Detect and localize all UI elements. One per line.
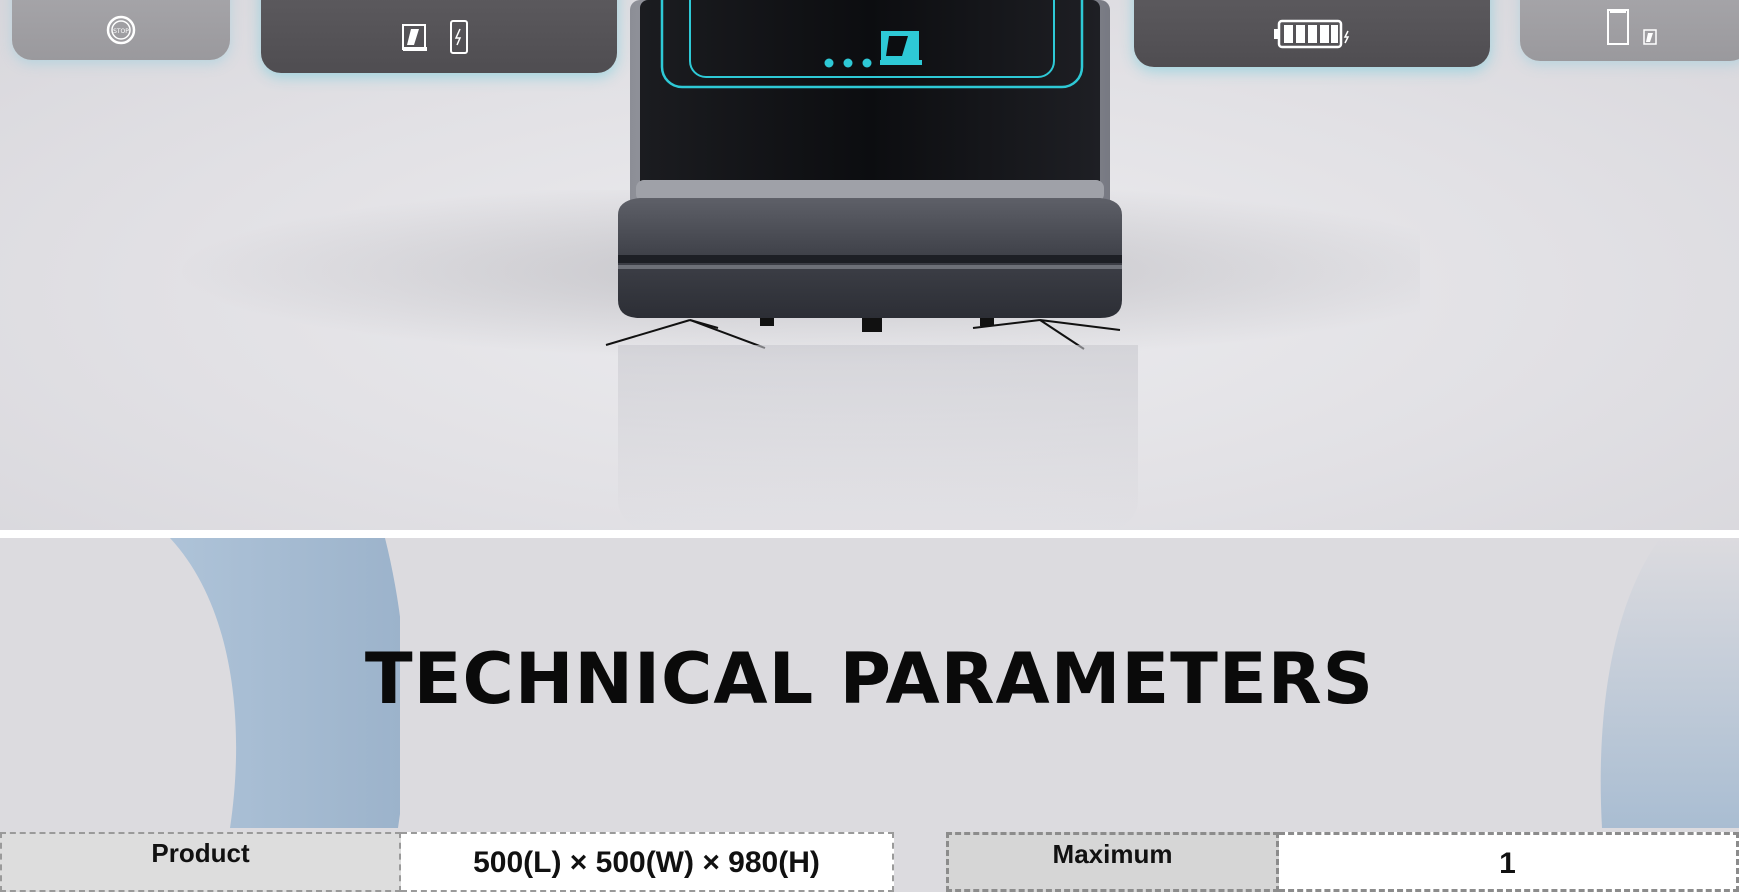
section-divider <box>0 530 1739 538</box>
section-title: TECHNICAL PARAMETERS <box>364 638 1375 720</box>
hero-section: STOP <box>0 0 1739 530</box>
feature-card-stop: STOP <box>12 0 230 60</box>
delivery-robot-image <box>605 0 1122 350</box>
param-label-maximum: Maximum <box>946 832 1279 892</box>
door-icon <box>1607 8 1629 45</box>
param-label-product: Product <box>0 832 401 892</box>
feature-card-door <box>1520 0 1739 61</box>
stop-button-icon: STOP <box>106 15 136 45</box>
technical-parameters-section: TECHNICAL PARAMETERS <box>0 538 1739 864</box>
stop-icon-text: STOP <box>113 28 129 35</box>
door-robot-icon <box>1607 8 1657 45</box>
charging-phone-icon <box>450 19 468 54</box>
robot-charging-icon <box>402 19 468 54</box>
param-value-product: 500(L) × 500(W) × 980(H) <box>401 832 894 892</box>
param-value-maximum: 1 <box>1279 832 1739 892</box>
feature-card-charging <box>261 0 617 73</box>
feature-card-battery <box>1134 0 1490 67</box>
battery-full-icon <box>1274 19 1350 48</box>
robot-reflection <box>618 345 1138 530</box>
